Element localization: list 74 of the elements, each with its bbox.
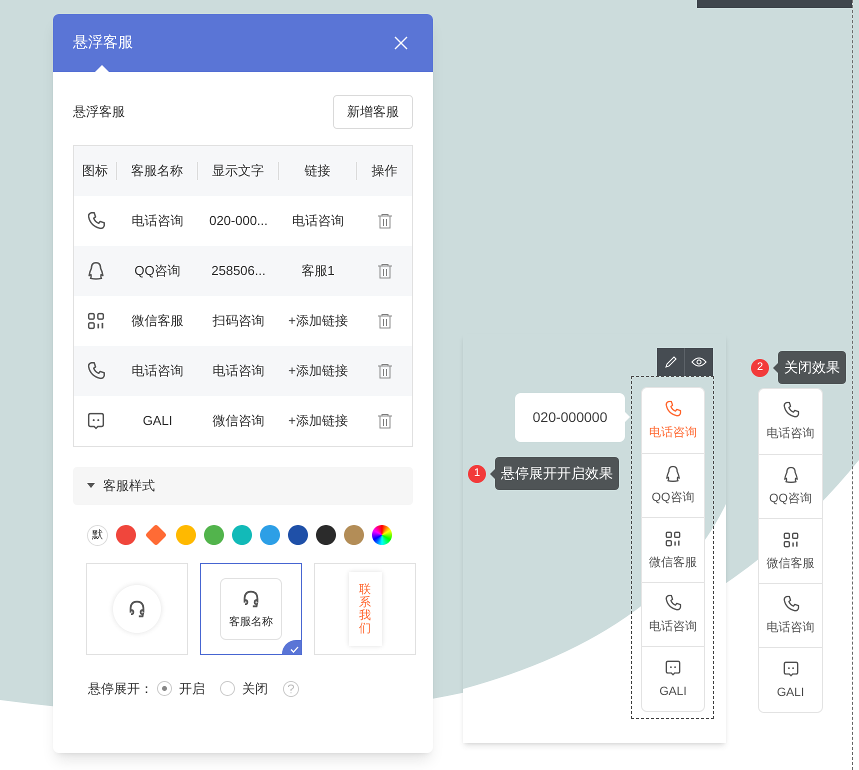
service-item[interactable]: QQ咨询 xyxy=(642,452,704,517)
link-cell[interactable]: +添加链接 xyxy=(288,361,348,381)
callout-label: 关闭效果 xyxy=(778,351,846,384)
table-cell-text: 020-000... xyxy=(209,212,268,230)
trash-icon[interactable] xyxy=(376,212,392,230)
color-swatch[interactable] xyxy=(145,524,167,546)
trash-icon[interactable] xyxy=(376,312,392,330)
custom-color-swatch[interactable] xyxy=(372,525,392,545)
link-cell[interactable]: 客服1 xyxy=(301,261,335,281)
callout-label: 悬停展开开启效果 xyxy=(495,457,619,490)
link-cell[interactable]: 电话咨询 xyxy=(292,211,344,231)
color-swatch[interactable] xyxy=(344,525,364,545)
column-header: 操作 xyxy=(372,162,398,180)
style-option[interactable]: 客服名称 xyxy=(200,563,302,655)
help-icon[interactable] xyxy=(283,680,299,697)
service-item[interactable]: GALI xyxy=(759,647,822,712)
color-swatch[interactable] xyxy=(260,525,280,545)
column-header: 链接 xyxy=(304,162,330,180)
phone-icon xyxy=(663,399,683,420)
service-item[interactable]: GALI xyxy=(642,646,704,710)
section-label: 悬浮客服 xyxy=(73,103,125,122)
chat-bubble-icon xyxy=(780,658,800,679)
header-pointer xyxy=(95,65,109,72)
link-cell[interactable]: +添加链接 xyxy=(288,311,348,331)
phone-icon xyxy=(780,400,800,420)
color-swatch[interactable] xyxy=(288,525,308,545)
number-tooltip: 020-000000 xyxy=(515,393,625,442)
penguin-icon xyxy=(663,464,683,484)
card-label: 客服名称 xyxy=(229,614,273,630)
trash-icon[interactable] xyxy=(376,412,392,430)
service-item[interactable]: 微信客服 xyxy=(759,518,822,582)
table-cell-text: 258506... xyxy=(211,262,266,280)
link-cell[interactable]: +添加链接 xyxy=(288,411,348,431)
phone-icon xyxy=(663,593,683,614)
column-header: 图标 xyxy=(82,162,108,180)
tooltip-pointer xyxy=(625,412,630,422)
panel-title: 悬浮客服 xyxy=(73,32,133,53)
table-cell-text: QQ咨询 xyxy=(134,262,181,280)
color-swatch[interactable] xyxy=(316,525,336,545)
grid-icon xyxy=(663,528,683,549)
radio-option[interactable]: 开启 xyxy=(157,679,205,698)
chat-bubble-icon xyxy=(663,658,683,678)
default-color-button[interactable]: 默 xyxy=(87,524,108,546)
table-cell-text: GALI xyxy=(142,412,172,430)
table-cell-text: 电话咨询 xyxy=(212,362,264,380)
column-header: 显示文字 xyxy=(212,162,264,180)
add-service-button[interactable]: 新增客服 xyxy=(333,95,413,129)
service-item[interactable]: QQ咨询 xyxy=(759,454,822,518)
step-badge: 2 xyxy=(751,358,769,376)
trash-icon[interactable] xyxy=(376,262,392,280)
table-cell-text: 电话咨询 xyxy=(132,362,184,380)
service-item[interactable]: 电话咨询 xyxy=(642,582,704,646)
service-item[interactable]: 电话咨询 xyxy=(759,389,822,454)
check-icon xyxy=(282,640,301,654)
color-swatch[interactable] xyxy=(204,525,224,545)
phone-icon xyxy=(780,594,800,614)
trash-icon[interactable] xyxy=(376,362,392,380)
style-section-header[interactable]: 客服样式 xyxy=(73,467,413,505)
caret-icon xyxy=(87,483,95,489)
grid-icon xyxy=(780,530,800,550)
step-badge: 1 xyxy=(468,464,486,482)
color-swatch[interactable] xyxy=(116,525,136,545)
table-cell-text: 扫码咨询 xyxy=(212,312,264,330)
table-cell-text: 微信客服 xyxy=(132,312,184,330)
service-item[interactable]: 电话咨询 xyxy=(759,582,822,647)
radio-option[interactable]: 关闭 xyxy=(220,679,268,698)
table-cell-text: 微信咨询 xyxy=(212,412,264,430)
service-item[interactable]: 微信客服 xyxy=(642,517,704,582)
color-swatch[interactable] xyxy=(232,525,252,545)
vertical-label: 联系我们 xyxy=(359,582,371,636)
table-cell-text: 电话咨询 xyxy=(132,212,184,230)
column-header: 客服名称 xyxy=(131,162,183,180)
option-label: 悬停展开： xyxy=(88,680,153,698)
color-swatch[interactable] xyxy=(176,525,196,545)
